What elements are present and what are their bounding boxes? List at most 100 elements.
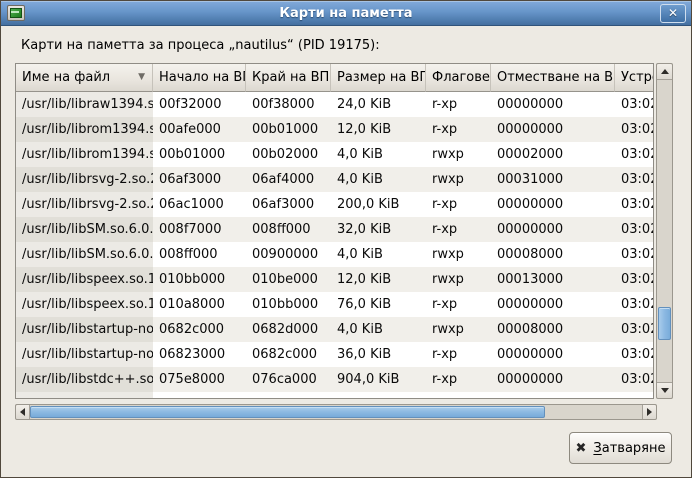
treeview: Име на файл▼ Начало на ВПКрай на ВПРазмер…	[15, 63, 654, 399]
cell-filename: /usr/lib/libstdc++.so.	[16, 367, 153, 392]
column-header-label: Устройство	[621, 70, 653, 85]
cell-flags: r-xp	[426, 92, 491, 117]
column-header-vm-start[interactable]: Начало на ВП	[153, 64, 246, 92]
cell-vm-end: 008ff000	[246, 217, 331, 242]
cell-filename	[16, 392, 153, 398]
table-row[interactable]: /usr/lib/librom1394.so00b0100000b020004,…	[16, 142, 653, 167]
cell-flags: rwxp	[426, 167, 491, 192]
cell-vm-size: 200,0 KiB	[331, 192, 426, 217]
table-row[interactable]: /usr/lib/librom1394.so00afe00000b0100012…	[16, 117, 653, 142]
cell-vm-start: 06ac1000	[153, 192, 246, 217]
table-row[interactable]: /usr/lib/libSM.so.6.0.0008ff000009000004…	[16, 242, 653, 267]
cell-device: 03:02	[615, 267, 653, 292]
arrow-up-icon	[661, 69, 669, 74]
cell-flags: r-xp	[426, 217, 491, 242]
cell-vm-size: 4,0 KiB	[331, 317, 426, 342]
close-button-label: Затваряне	[593, 441, 665, 456]
cell-flags: r-xp	[426, 367, 491, 392]
scroll-up-button[interactable]	[657, 64, 672, 80]
cell-flags: rwxp	[426, 242, 491, 267]
cell-flags: rwxp	[426, 267, 491, 292]
cell-vm-end: 0682d000	[246, 317, 331, 342]
titlebar[interactable]: Карти на паметта ✕	[1, 1, 691, 26]
cell-flags: r-xp	[426, 342, 491, 367]
cell-vm-start: 00b01000	[153, 142, 246, 167]
column-header-device[interactable]: Устройство	[615, 64, 653, 92]
table-row-partial	[16, 392, 653, 398]
cell-vm-offset: 00000000	[491, 92, 615, 117]
cell-device: 03:02	[615, 192, 653, 217]
cell-flags: r-xp	[426, 117, 491, 142]
column-header-vm-offset[interactable]: Отместване на ВП	[491, 64, 615, 92]
cell-vm-size: 76,0 KiB	[331, 292, 426, 317]
table-row[interactable]: /usr/lib/librsvg-2.so.206ac100006af30002…	[16, 192, 653, 217]
horizontal-scrollbar-thumb[interactable]	[30, 406, 545, 418]
cell-vm-end: 06af4000	[246, 167, 331, 192]
close-button[interactable]: ✖ Затваряне	[569, 432, 672, 464]
cell-vm-end: 00f38000	[246, 92, 331, 117]
cell-vm-offset: 00000000	[491, 117, 615, 142]
cell-device: 03:02	[615, 292, 653, 317]
column-header-vm-end[interactable]: Край на ВП	[246, 64, 331, 92]
table-row[interactable]: /usr/lib/libSM.so.6.0.0008f7000008ff0003…	[16, 217, 653, 242]
cell-vm-end: 00900000	[246, 242, 331, 267]
cell-vm-end: 076ca000	[246, 367, 331, 392]
column-header-label: Име на файл	[22, 70, 110, 85]
cell-vm-start: 008f7000	[153, 217, 246, 242]
table-row[interactable]: /usr/lib/librsvg-2.so.206af300006af40004…	[16, 167, 653, 192]
cell-filename: /usr/lib/libspeex.so.1	[16, 292, 153, 317]
cell-device: 03:02	[615, 242, 653, 267]
cell-device: 03:02	[615, 367, 653, 392]
memory-maps-table: Име на файл▼ Начало на ВПКрай на ВПРазмер…	[15, 63, 673, 399]
cell-filename: /usr/lib/libspeex.so.1	[16, 267, 153, 292]
cell-vm-end: 010bb000	[246, 292, 331, 317]
cell-vm-offset: 00000000	[491, 192, 615, 217]
cell-filename: /usr/lib/libstartup-not	[16, 317, 153, 342]
cell-device: 03:02	[615, 342, 653, 367]
cell-vm-offset: 00000000	[491, 292, 615, 317]
memory-maps-dialog: Карти на паметта ✕ Карти на паметта за п…	[0, 0, 692, 478]
cell-vm-end: 00b02000	[246, 142, 331, 167]
cell-vm-start: 010bb000	[153, 267, 246, 292]
column-header-label: Отместване на ВП	[497, 70, 615, 85]
column-header-label: Флагове	[432, 70, 490, 85]
cell-vm-start: 075e8000	[153, 367, 246, 392]
column-header-vm-size[interactable]: Размер на ВП	[331, 64, 426, 92]
cell-vm-start: 00afe000	[153, 117, 246, 142]
cell-filename: /usr/lib/libstartup-not	[16, 342, 153, 367]
process-info-label: Карти на паметта за процеса „nautilus“ (…	[21, 38, 380, 53]
cell-vm-size: 12,0 KiB	[331, 117, 426, 142]
table-row[interactable]: /usr/lib/libspeex.so.1010bb000010be00012…	[16, 267, 653, 292]
column-header-filename[interactable]: Име на файл▼	[16, 64, 153, 92]
column-header-flags[interactable]: Флагове	[426, 64, 491, 92]
cell-vm-size: 4,0 KiB	[331, 142, 426, 167]
table-row[interactable]: /usr/lib/libraw1394.so00f3200000f3800024…	[16, 92, 653, 117]
cell-vm-end: 010be000	[246, 267, 331, 292]
vertical-scrollbar-thumb[interactable]	[658, 307, 671, 340]
cell-vm-offset: 00013000	[491, 267, 615, 292]
cell-vm-offset: 00031000	[491, 167, 615, 192]
table-row[interactable]: /usr/lib/libstdc++.so.075e8000076ca00090…	[16, 367, 653, 392]
close-x-icon: ✖	[576, 441, 587, 456]
cell-vm-size: 36,0 KiB	[331, 342, 426, 367]
cell-device: 03:02	[615, 167, 653, 192]
table-row[interactable]: /usr/lib/libstartup-not068230000682c0003…	[16, 342, 653, 367]
scroll-down-button[interactable]	[657, 382, 672, 398]
cell-device: 03:02	[615, 142, 653, 167]
cell-vm-offset: 00008000	[491, 242, 615, 267]
arrow-right-icon	[647, 408, 652, 416]
cell-filename: /usr/lib/librom1394.so	[16, 142, 153, 167]
column-header-label: Начало на ВП	[159, 70, 246, 85]
table-row[interactable]: /usr/lib/libstartup-not0682c0000682d0004…	[16, 317, 653, 342]
cell-vm-start: 00f32000	[153, 92, 246, 117]
cell-vm-offset: 00002000	[491, 142, 615, 167]
horizontal-scrollbar[interactable]	[15, 404, 657, 420]
window-close-icon[interactable]: ✕	[660, 4, 686, 23]
table-row[interactable]: /usr/lib/libspeex.so.1010a8000010bb00076…	[16, 292, 653, 317]
scroll-left-button[interactable]	[16, 405, 30, 419]
vertical-scrollbar[interactable]	[656, 63, 673, 399]
scroll-right-button[interactable]	[642, 405, 656, 419]
cell-vm-size: 4,0 KiB	[331, 167, 426, 192]
cell-vm-start: 06af3000	[153, 167, 246, 192]
cell-vm-size: 24,0 KiB	[331, 92, 426, 117]
